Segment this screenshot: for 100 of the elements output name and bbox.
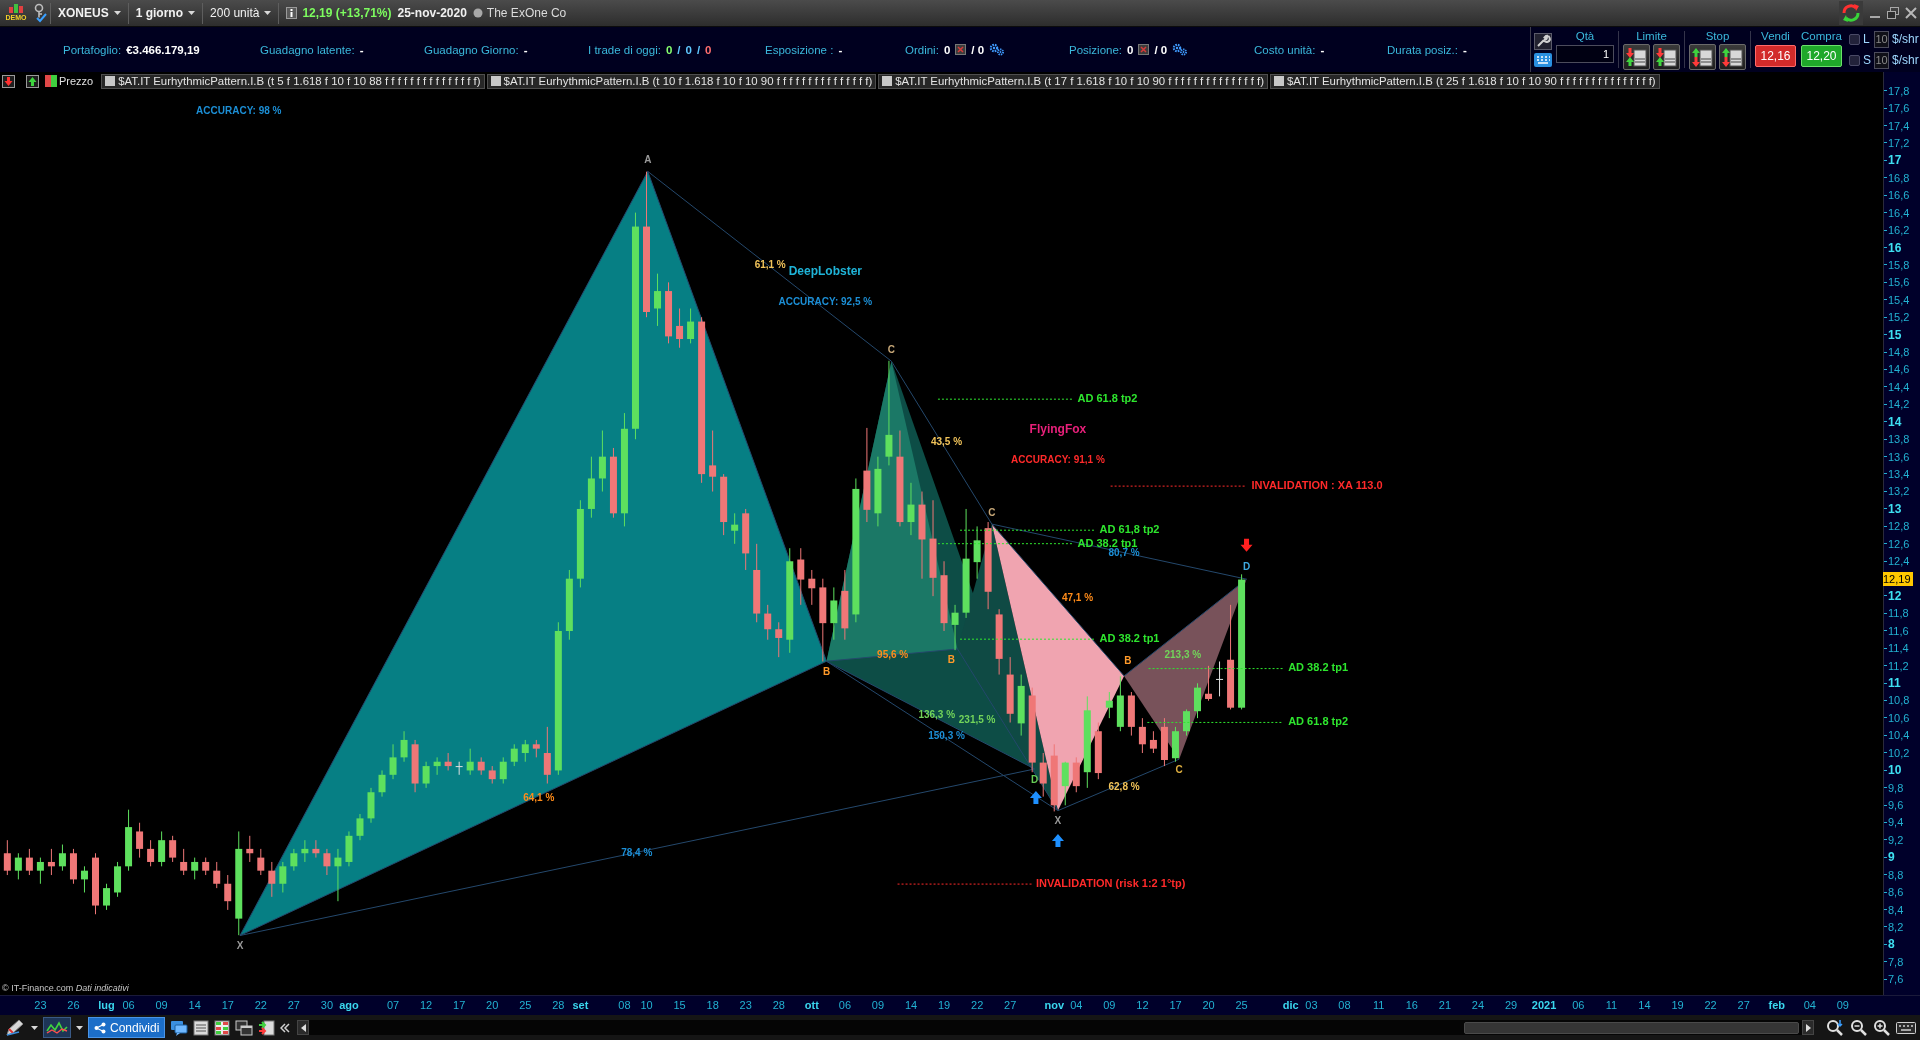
close-icon[interactable] bbox=[1905, 7, 1917, 19]
up-arrow-icon[interactable] bbox=[26, 74, 39, 88]
limit-order-button[interactable] bbox=[1653, 44, 1680, 70]
list-icon[interactable] bbox=[193, 1019, 210, 1036]
table-icon[interactable] bbox=[214, 1019, 231, 1036]
keyboard-icon[interactable] bbox=[1534, 52, 1552, 67]
price-label: 17,6 bbox=[1884, 102, 1910, 115]
units-dropdown[interactable]: 200 unità bbox=[206, 2, 276, 24]
price-change: 12,19 (+13,71%) bbox=[302, 6, 392, 20]
restore-icon[interactable] bbox=[1887, 7, 1899, 19]
info-icon[interactable] bbox=[286, 7, 298, 19]
price-label: 9,8 bbox=[1884, 781, 1904, 794]
chat-icon[interactable] bbox=[170, 1019, 189, 1036]
timeframe-dropdown[interactable]: 1 giorno bbox=[131, 2, 200, 24]
point-label: X bbox=[236, 940, 244, 952]
price-label: 15,6 bbox=[1884, 276, 1910, 289]
pencil-icon[interactable] bbox=[4, 1017, 26, 1038]
date-label: nov bbox=[1044, 999, 1065, 1011]
gears-icon[interactable] bbox=[1172, 43, 1189, 56]
chart-label: 213,3 % bbox=[1164, 648, 1202, 660]
refresh-icon[interactable] bbox=[1839, 1, 1863, 25]
indicator-legend-item[interactable]: $AT.IT EurhythmicPattern.I.B (t 17 f 1.618 f 10 f 10 90 f f f f f f f f f f f f f f f) bbox=[878, 73, 1268, 89]
indicator-button[interactable] bbox=[43, 1017, 71, 1038]
date-label: 14 bbox=[1638, 999, 1651, 1011]
arrows-sheet-icon bbox=[1626, 47, 1647, 67]
sell-button[interactable]: 12,16 bbox=[1755, 45, 1796, 67]
stat-value: / 0 bbox=[1154, 43, 1168, 56]
color-swatch-icon bbox=[1273, 76, 1284, 86]
unit-label: $/shr bbox=[1892, 32, 1919, 46]
price-label: 14,8 bbox=[1884, 346, 1910, 359]
stat-value: - bbox=[1462, 43, 1467, 56]
gears-icon[interactable] bbox=[989, 43, 1006, 56]
level-label: INVALIDATION (risk 1:2 1°tp) bbox=[1035, 877, 1186, 889]
quote-date: 25-nov-2020 bbox=[397, 6, 467, 20]
caret-icon bbox=[31, 1025, 38, 1030]
indicator-legend-item[interactable]: $AT.IT EurhythmicPattern.I.B (t 10 f 1.618 f 10 f 10 90 f f f f f f f f f f f f f f f) bbox=[486, 73, 877, 89]
scroll-right-button[interactable] bbox=[1802, 1020, 1814, 1035]
share-button[interactable]: Condividi bbox=[88, 1017, 166, 1038]
chart-label: 64,1 % bbox=[523, 792, 555, 803]
limit-order-button[interactable] bbox=[1623, 44, 1650, 70]
point-label: B bbox=[822, 665, 831, 677]
zoom-in-icon[interactable] bbox=[1873, 1018, 1891, 1037]
date-label: 27 bbox=[1004, 999, 1017, 1011]
stat-label: Guadagno Giorno: bbox=[424, 43, 519, 56]
price-label: 12,8 bbox=[1884, 520, 1910, 533]
stat-value: - bbox=[1320, 43, 1325, 56]
date-label: 30 bbox=[320, 999, 334, 1011]
point-label: B bbox=[947, 653, 956, 665]
amount-field[interactable]: 10 bbox=[1874, 30, 1889, 48]
date-label: 22 bbox=[254, 999, 267, 1011]
price-label: 8 bbox=[1884, 937, 1895, 952]
indicator-legend-item[interactable]: $AT.IT EurhythmicPattern.I.B (t 5 f 1.618 f 10 f 10 88 f f f f f f f f f f f f f f f) bbox=[101, 73, 485, 89]
stat-label: Esposizione : bbox=[765, 43, 834, 56]
amount-field[interactable]: 10 bbox=[1874, 51, 1889, 69]
price-label: 10,2 bbox=[1884, 746, 1910, 759]
price-label: 12,6 bbox=[1884, 537, 1910, 550]
symbol-dropdown[interactable]: XONEUS bbox=[54, 2, 125, 24]
chart-label: 95,6 % bbox=[877, 648, 909, 660]
point-label: C bbox=[1175, 763, 1183, 775]
price-label: 15,8 bbox=[1884, 258, 1910, 271]
price-label: 15 bbox=[1884, 327, 1902, 342]
quantity-label: Qtà bbox=[1575, 29, 1595, 43]
stop-order-button[interactable] bbox=[1689, 44, 1716, 70]
date-label: 06 bbox=[1572, 999, 1585, 1011]
chart-label: 43,5 % bbox=[930, 435, 963, 447]
indicator-legend-item[interactable]: $AT.IT EurhythmicPattern.I.B (t 25 f 1.618 f 10 f 10 90 f f f f f f f f f f f f f f f) bbox=[1269, 73, 1660, 89]
price-label: 12,4 bbox=[1884, 555, 1910, 568]
stop-order-button[interactable] bbox=[1719, 44, 1746, 70]
quantity-field[interactable]: 1 bbox=[1556, 45, 1614, 63]
color-swatch-icon bbox=[45, 75, 57, 87]
x-box-icon[interactable] bbox=[1138, 44, 1150, 55]
windows-icon[interactable] bbox=[235, 1019, 254, 1036]
chevrons-left-icon[interactable] bbox=[280, 1022, 291, 1033]
checkbox[interactable] bbox=[1849, 54, 1860, 66]
down-arrow-icon[interactable] bbox=[2, 74, 15, 88]
stat-value: 0 bbox=[1127, 43, 1134, 56]
x-box-icon[interactable] bbox=[955, 44, 967, 55]
price-label: 10,6 bbox=[1884, 711, 1910, 724]
unit-label: $/shr bbox=[1892, 53, 1919, 67]
price-label: 17,2 bbox=[1884, 136, 1910, 149]
zoom-fit-icon[interactable] bbox=[1825, 1018, 1845, 1037]
trade-count: / bbox=[696, 43, 701, 56]
stat-label: Ordini: bbox=[905, 43, 939, 56]
transfer-icon[interactable] bbox=[258, 1019, 276, 1036]
point-label: D bbox=[1242, 560, 1251, 572]
zoom-out-icon[interactable] bbox=[1850, 1018, 1868, 1037]
trade-count: / bbox=[677, 43, 681, 56]
date-label: 23 bbox=[739, 999, 752, 1011]
scrollbar-thumb[interactable] bbox=[1464, 1021, 1799, 1034]
checkbox[interactable] bbox=[1849, 33, 1860, 45]
point-label: D bbox=[1031, 773, 1039, 785]
price-label: 11,6 bbox=[1884, 624, 1909, 637]
keyboard-icon[interactable] bbox=[1896, 1021, 1916, 1034]
color-swatch-icon bbox=[882, 76, 893, 86]
scroll-left-button[interactable] bbox=[297, 1020, 310, 1035]
price-label: 8,6 bbox=[1884, 886, 1904, 899]
level-label: INVALIDATION : XA 113.0 bbox=[1251, 479, 1383, 492]
date-label: 22 bbox=[1704, 999, 1717, 1011]
key-check-icon[interactable] bbox=[33, 3, 47, 23]
wrench-icon[interactable] bbox=[1534, 32, 1552, 50]
